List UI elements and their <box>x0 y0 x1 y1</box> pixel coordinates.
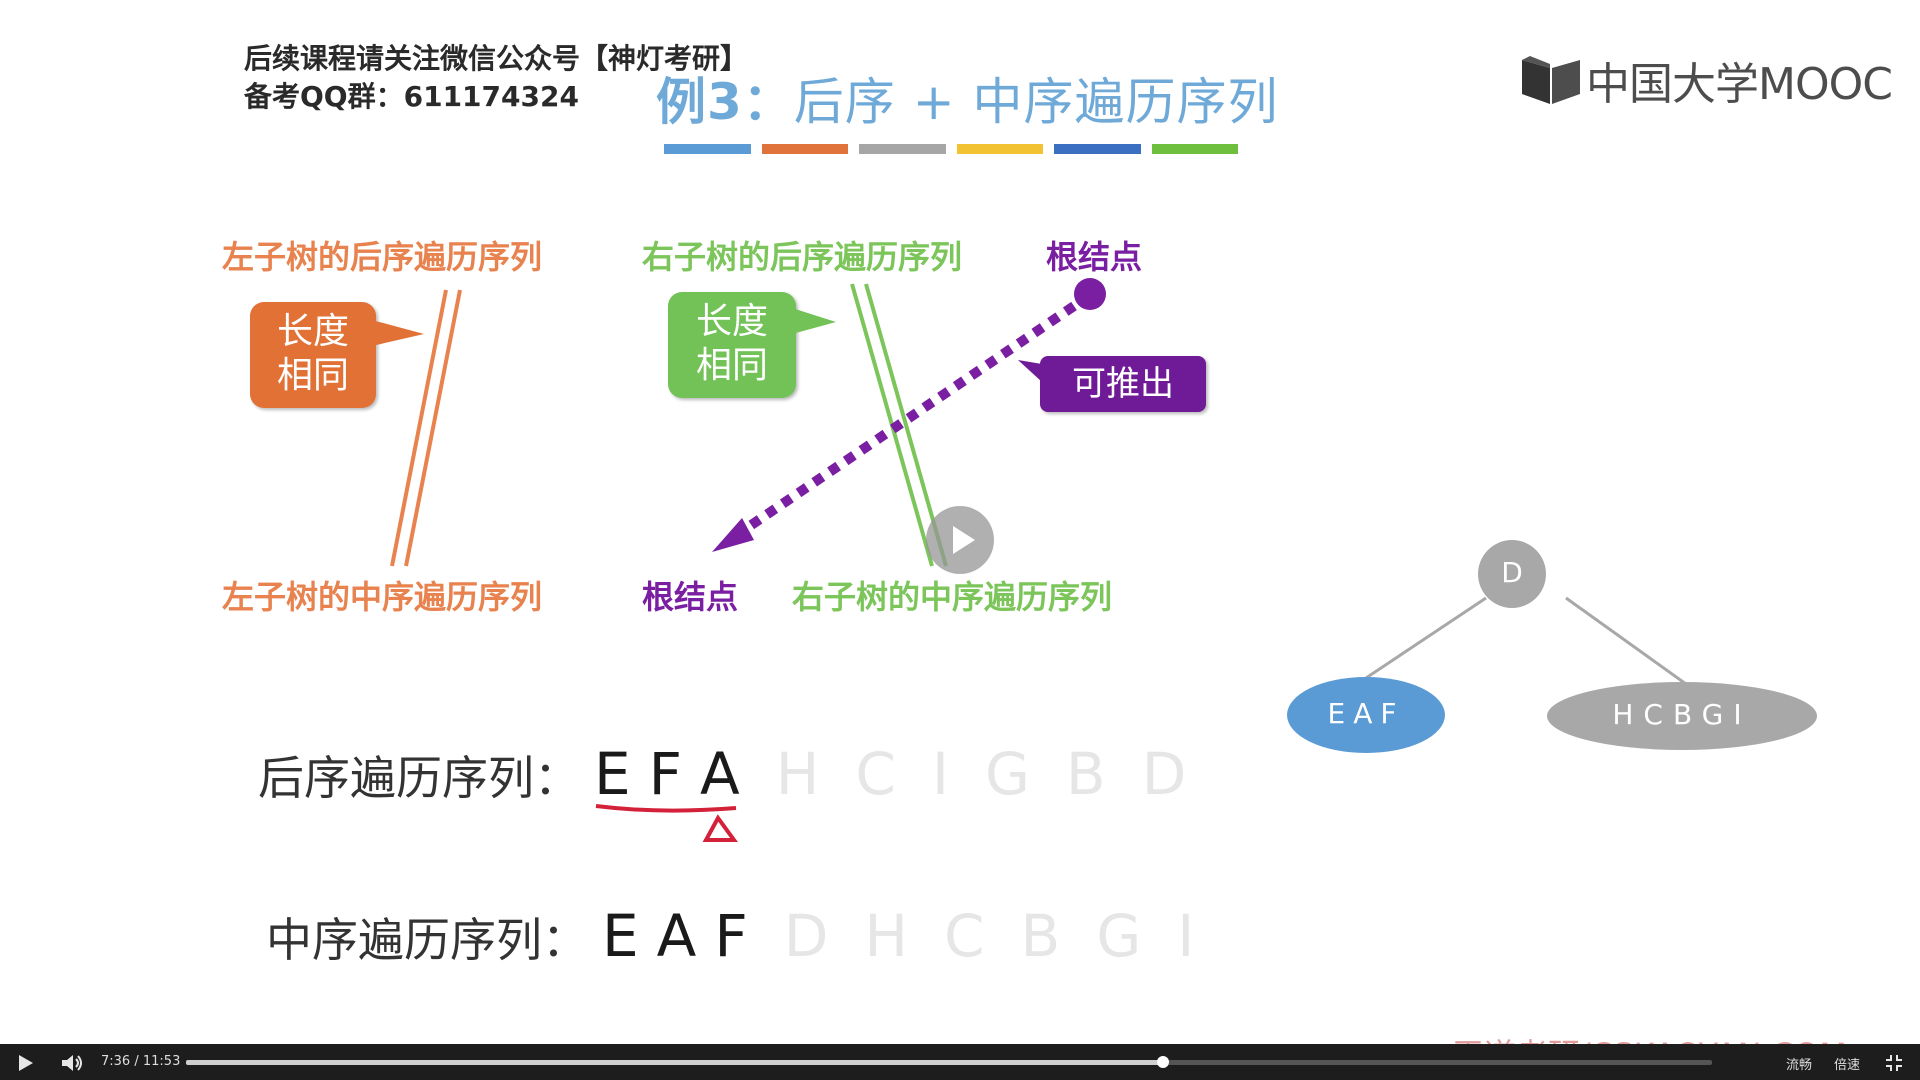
postorder-faint-letter: G <box>984 740 1030 808</box>
exit-fullscreen-button[interactable] <box>1884 1053 1904 1073</box>
green-callout-same-length: 长度 相同 <box>668 292 796 398</box>
inorder-faint-letter: I <box>1177 902 1195 970</box>
video-frame[interactable]: 后续课程请关注微信公众号【神灯考研】 备考QQ群：611174324 例3：后序… <box>0 0 1920 1080</box>
label-root-top: 根结点 <box>1046 238 1143 276</box>
orange-callout-line-2: 相同 <box>276 355 349 396</box>
postorder-faint-letter: I <box>931 740 949 808</box>
inorder-letter: A <box>656 902 697 970</box>
label-left-subtree-postorder: 左子树的后序遍历序列 <box>222 238 543 276</box>
inorder-faint-letter: C <box>944 902 985 970</box>
label-left-subtree-inorder: 左子树的中序遍历序列 <box>222 578 543 616</box>
tree-edge-right <box>1565 596 1687 686</box>
play-button[interactable] <box>14 1052 36 1074</box>
inorder-sequence-row: 中序遍历序列： E A F D H C B G I <box>266 902 1194 970</box>
player-control-bar: 7:36 / 11:53 流畅 倍速 <box>0 1044 1920 1080</box>
purple-callout-tail-icon <box>1018 360 1042 382</box>
time-current: 7:36 <box>101 1054 131 1069</box>
play-icon <box>19 1055 33 1071</box>
root-dot <box>1074 278 1106 310</box>
play-icon <box>953 526 975 554</box>
time-total: 11:53 <box>142 1054 181 1069</box>
postorder-letter: A <box>700 740 740 808</box>
postorder-faint-letter: B <box>1065 740 1106 808</box>
inorder-faint-letter: G <box>1096 902 1142 970</box>
tree-left-label: EAF <box>1327 697 1405 730</box>
orange-callout-tail-icon <box>372 320 424 346</box>
inorder-label: 中序遍历序列： <box>266 913 588 967</box>
orange-callout-same-length: 长度 相同 <box>250 302 376 408</box>
green-callout-line-2: 相同 <box>695 345 768 386</box>
tree-edge-left <box>1365 596 1487 680</box>
time-separator: / <box>134 1054 139 1069</box>
handwritten-triangle-mark <box>702 814 738 842</box>
time-display: 7:36 / 11:53 <box>101 1054 180 1069</box>
label-right-subtree-inorder: 右子树的中序遍历序列 <box>792 578 1113 616</box>
volume-icon <box>62 1055 82 1071</box>
inorder-faint-letter: D <box>783 902 829 970</box>
inorder-faint-letter: H <box>864 902 909 970</box>
volume-button[interactable] <box>60 1052 84 1074</box>
orange-callout-line-1: 长度 <box>276 311 349 352</box>
purple-callout-derivable: 可推出 <box>1040 356 1206 412</box>
postorder-faint-letter: D <box>1141 740 1187 808</box>
tree-right-label: HCBGI <box>1612 698 1752 731</box>
postorder-label: 后序遍历序列： <box>258 751 580 805</box>
green-callout-line-1: 长度 <box>695 301 768 342</box>
label-root-bottom: 根结点 <box>642 578 739 616</box>
inorder-letter: F <box>714 902 748 970</box>
progress-fill <box>186 1060 1163 1065</box>
postorder-sequence-row: 后序遍历序列： E F A H C I G B D <box>258 740 1186 808</box>
green-callout-tail-icon <box>792 308 836 334</box>
inorder-faint-letter: B <box>1020 902 1061 970</box>
quality-button[interactable]: 流畅 <box>1786 1054 1812 1073</box>
postorder-letter: E <box>594 740 631 808</box>
progress-handle[interactable] <box>1156 1056 1169 1068</box>
postorder-letter: F <box>648 740 683 808</box>
label-right-subtree-postorder: 右子树的后序遍历序列 <box>642 238 963 276</box>
center-play-button[interactable] <box>926 506 994 574</box>
derive-arrowhead-icon <box>712 518 754 552</box>
postorder-faint-letter: C <box>855 740 896 808</box>
exit-fullscreen-icon <box>1886 1055 1902 1071</box>
speed-button[interactable]: 倍速 <box>1834 1054 1860 1073</box>
progress-track[interactable] <box>186 1056 1712 1068</box>
inorder-letter: E <box>602 902 639 970</box>
postorder-faint-letter: H <box>775 740 820 808</box>
tree-root-label: D <box>1501 556 1523 589</box>
